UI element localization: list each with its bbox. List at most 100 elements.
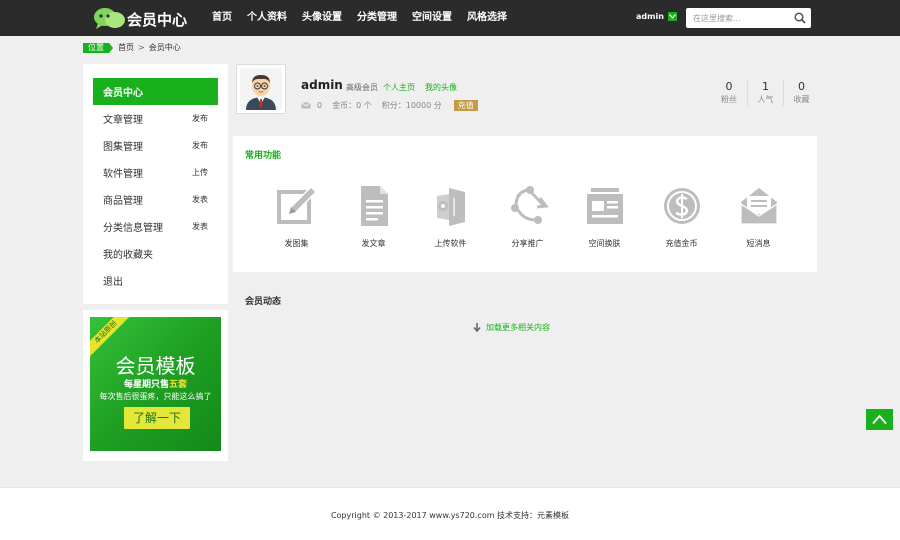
- profile-home-link[interactable]: 个人主页: [383, 82, 415, 93]
- sidebar-item-articles[interactable]: 文章管理 发布: [93, 105, 218, 132]
- func-label: 发图集: [284, 239, 309, 248]
- sidebar-item-action[interactable]: 发表: [192, 221, 208, 232]
- func-post-article[interactable]: 发文章: [335, 184, 412, 249]
- sidebar-item-action[interactable]: 发布: [192, 113, 208, 124]
- sidebar-item-label: 软件管理: [103, 169, 143, 180]
- promo-card: 本站原创 会员模板 每星期只售五套 每次售后很蛋疼，只能这么搞了 了解一下: [83, 310, 228, 461]
- stat-label: 人气: [757, 95, 774, 104]
- promo-title: 会员模板: [115, 354, 196, 378]
- stat-label: 粉丝: [721, 95, 737, 104]
- stat-value: 0: [798, 80, 805, 93]
- sidebar-item-favorites[interactable]: 我的收藏夹: [93, 240, 218, 267]
- user-menu[interactable]: admin: [636, 12, 677, 21]
- footer: Copyright © 2013-2017 www.ys720.com 技术支持…: [0, 487, 900, 540]
- nav-space-settings[interactable]: 空间设置: [412, 0, 452, 36]
- search-icon[interactable]: [794, 12, 806, 24]
- search-input[interactable]: [686, 8, 790, 28]
- avatar[interactable]: [236, 64, 286, 114]
- stat-value: 1: [762, 80, 769, 93]
- func-post-album[interactable]: 发图集: [258, 184, 335, 249]
- func-short-message[interactable]: 短消息: [720, 184, 797, 249]
- sidebar-item-label: 分类信息管理: [103, 223, 163, 234]
- chevron-down-icon: [667, 12, 677, 21]
- func-share-promote[interactable]: 分享推广: [489, 184, 566, 249]
- common-functions-panel: 常用功能 发图集 发文章 上传软件 分享推广 空间换肤 充值金币 短消息: [233, 136, 817, 272]
- share-icon: [510, 186, 549, 224]
- message-count: 0: [317, 101, 323, 110]
- breadcrumb-home[interactable]: 首页: [118, 42, 134, 53]
- func-change-skin[interactable]: 空间换肤: [566, 184, 643, 249]
- function-grid: 发图集 发文章 上传软件 分享推广 空间换肤 充值金币 短消息: [258, 184, 797, 249]
- logo[interactable]: 会员中心: [93, 6, 189, 30]
- sidebar-item-label: 图集管理: [103, 142, 143, 153]
- points-count: 积分：10000 分: [381, 101, 442, 110]
- func-label: 空间换肤: [588, 239, 621, 248]
- sidebar-item-label: 商品管理: [103, 196, 143, 207]
- breadcrumb-tag: 位置: [83, 42, 113, 53]
- logo-text: 会员中心: [127, 11, 188, 29]
- sidebar-item-action[interactable]: 上传: [192, 167, 208, 178]
- panel-title: 常用功能: [245, 151, 282, 161]
- user-name: admin: [636, 12, 664, 21]
- profile-avatar-link[interactable]: 我的头像: [425, 82, 457, 93]
- top-navbar: 会员中心 首页 个人资料 头像设置 分类管理 空间设置 风格选择 admin: [0, 0, 900, 36]
- func-upload-software[interactable]: 上传软件: [412, 184, 489, 249]
- promo-subtitle-highlight: 五套: [169, 380, 188, 390]
- user-avatar-icon: [240, 68, 282, 110]
- profile-username: admin: [301, 78, 343, 92]
- mail-icon[interactable]: [301, 102, 311, 109]
- stat-value: 0: [725, 80, 733, 93]
- sidebar-item-goods[interactable]: 商品管理 发表: [93, 186, 218, 213]
- stat-popularity[interactable]: 1 人气: [747, 80, 783, 106]
- chat-bubble-icon: [94, 8, 125, 29]
- sidebar-item-logout[interactable]: 退出: [93, 267, 218, 294]
- coin-count: 金币：0 个: [332, 101, 372, 110]
- nav-category-manage[interactable]: 分类管理: [357, 0, 397, 36]
- sidebar-item-software[interactable]: 软件管理 上传: [93, 159, 218, 186]
- promo-button[interactable]: 了解一下: [124, 407, 190, 429]
- document-icon: [360, 186, 388, 226]
- stat-label: 收藏: [793, 95, 810, 104]
- arrow-down-icon: [473, 323, 481, 332]
- promo-subtitle-prefix: 每星期只售: [123, 380, 169, 390]
- func-label: 发文章: [361, 239, 386, 248]
- func-label: 上传软件: [434, 239, 467, 248]
- nav-style-select[interactable]: 风格选择: [467, 0, 507, 36]
- load-more-label: 加载更多相关内容: [486, 323, 550, 332]
- func-recharge-coins[interactable]: 充值金币: [643, 184, 720, 249]
- profile-summary: admin 高级会员 个人主页 我的头像 0 金币：0 个 积分：10000 分…: [233, 64, 817, 119]
- profile-meta: 0 金币：0 个 积分：10000 分 充值: [301, 100, 478, 111]
- sidebar-item-classifieds[interactable]: 分类信息管理 发表: [93, 213, 218, 240]
- stat-favorites[interactable]: 0 收藏: [783, 80, 819, 106]
- member-activity-title: 会员动态: [245, 297, 282, 307]
- stat-fans[interactable]: 0 粉丝: [711, 80, 747, 106]
- func-label: 充值金币: [665, 239, 698, 248]
- func-label: 短消息: [746, 239, 771, 248]
- nav-avatar-settings[interactable]: 头像设置: [302, 0, 342, 36]
- sidebar-item-member-center[interactable]: 会员中心: [93, 78, 218, 105]
- main-nav: 首页 个人资料 头像设置 分类管理 空间设置 风格选择: [212, 0, 522, 36]
- load-more-button[interactable]: 加载更多相关内容: [473, 322, 550, 333]
- sidebar-item-label: 我的收藏夹: [103, 250, 153, 261]
- promo-banner[interactable]: 本站原创 会员模板 每星期只售五套 每次售后很蛋疼，只能这么搞了 了解一下: [90, 317, 221, 451]
- profile-level: 高级会员: [346, 83, 378, 92]
- sidebar-item-label: 退出: [103, 277, 123, 288]
- sidebar-item-albums[interactable]: 图集管理 发布: [93, 132, 218, 159]
- recharge-button[interactable]: 充值: [453, 100, 478, 111]
- promo-note: 每次售后很蛋疼，只能这么搞了: [99, 392, 212, 401]
- sidebar: 会员中心 文章管理 发布 图集管理 发布 软件管理 上传 商品管理 发表 分类信…: [83, 64, 228, 304]
- footer-copyright: Copyright © 2013-2017 www.ys720.com 技术支持…: [330, 511, 570, 520]
- nav-profile[interactable]: 个人资料: [247, 0, 287, 36]
- breadcrumb: 位置 首页 > 会员中心: [83, 42, 181, 53]
- promo-subtitle: 每星期只售五套: [90, 377, 221, 390]
- breadcrumb-current: 会员中心: [148, 43, 181, 52]
- edit-icon: [276, 185, 317, 224]
- sidebar-item-action[interactable]: 发布: [192, 140, 208, 151]
- back-to-top-button[interactable]: [866, 409, 893, 430]
- envelope-icon: [739, 188, 778, 225]
- skin-icon: [586, 188, 623, 224]
- sidebar-item-action[interactable]: 发表: [192, 194, 208, 205]
- nav-home[interactable]: 首页: [212, 0, 232, 36]
- sidebar-item-label: 会员中心: [103, 88, 143, 99]
- search-box: [686, 8, 811, 28]
